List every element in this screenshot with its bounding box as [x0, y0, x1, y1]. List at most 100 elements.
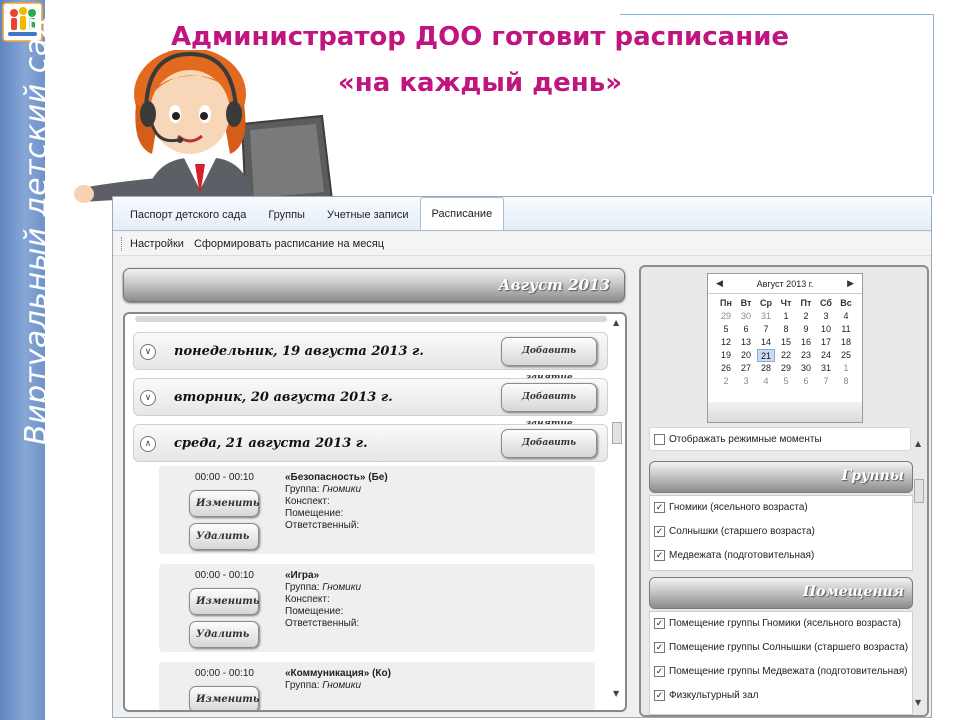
calendar-day[interactable]: 22	[777, 349, 795, 362]
calendar-day[interactable]: 18	[837, 336, 855, 349]
calendar-day[interactable]: 24	[817, 349, 835, 362]
calendar-day[interactable]: 1	[837, 362, 855, 375]
room-filter-item[interactable]: ✓ Физкультурный зал	[654, 690, 759, 701]
schedule-scrollbar[interactable]: ▲ ▼	[611, 318, 623, 698]
calendar-day[interactable]: 12	[717, 336, 735, 349]
group-filter-label: Медвежата (подготовительная)	[669, 550, 815, 561]
calendar-day[interactable]: 23	[797, 349, 815, 362]
room-checkbox[interactable]: ✓	[654, 666, 665, 677]
calendar-day[interactable]: 3	[817, 310, 835, 323]
edit-lesson-button[interactable]: Изменить	[189, 490, 259, 517]
calendar-day[interactable]: 4	[757, 375, 775, 388]
room-filter-label: Помещение группы Солнышки (старшего возр…	[669, 642, 909, 653]
group-filter-item[interactable]: ✓ Солнышки (старшего возраста)	[654, 526, 815, 537]
group-checkbox[interactable]: ✓	[654, 550, 665, 561]
calendar-day[interactable]: 30	[737, 310, 755, 323]
lesson-title: «Игра»	[285, 570, 320, 581]
calendar-day[interactable]: 17	[817, 336, 835, 349]
calendar-day[interactable]: 13	[737, 336, 755, 349]
calendar-day[interactable]: 27	[737, 362, 755, 375]
calendar-day[interactable]: 5	[777, 375, 795, 388]
show-regime-checkbox-row[interactable]: Отображать режимные моменты	[649, 427, 911, 451]
room-checkbox[interactable]: ✓	[654, 642, 665, 653]
calendar-day[interactable]: 31	[817, 362, 835, 375]
calendar-day[interactable]: 8	[777, 323, 795, 336]
group-filter-item[interactable]: ✓ Гномики (ясельного возраста)	[654, 502, 808, 513]
month-calendar: ◀ Август 2013 г. ▶ Пн Вт Ср Чт Пт Сб Вс 29 30 31 1…	[707, 273, 863, 423]
calendar-day[interactable]: 6	[797, 375, 815, 388]
prev-month-arrow-icon[interactable]: ◀	[716, 278, 723, 289]
add-lesson-button[interactable]: Добавить занятие	[501, 383, 597, 429]
calendar-day[interactable]: 5	[717, 323, 735, 336]
tab-accounts[interactable]: Учетные записи	[316, 200, 420, 230]
day-label: понедельник, 19 августа 2013 г.	[174, 344, 424, 359]
calendar-day[interactable]: 7	[757, 323, 775, 336]
day-row[interactable]: ∨ вторник, 20 августа 2013 г. Добавить з…	[133, 378, 608, 429]
frame-border-horizontal	[620, 14, 934, 15]
calendar-day[interactable]: 30	[797, 362, 815, 375]
room-checkbox[interactable]: ✓	[654, 618, 665, 629]
tab-groups[interactable]: Группы	[257, 200, 316, 230]
settings-button[interactable]: Настройки	[130, 238, 184, 250]
calendar-day[interactable]: 15	[777, 336, 795, 349]
add-lesson-button[interactable]: Добавить занятие	[501, 429, 597, 475]
group-filter-item[interactable]: ✓ Медвежата (подготовительная)	[654, 550, 814, 561]
calendar-weekday-label: Вс	[840, 298, 852, 308]
calendar-day[interactable]: 9	[797, 323, 815, 336]
calendar-day[interactable]: 25	[837, 349, 855, 362]
tab-schedule[interactable]: Расписание	[419, 197, 505, 230]
scroll-down-arrow-icon[interactable]: ▼	[613, 689, 619, 698]
day-label: среда, 21 августа 2013 г.	[174, 436, 368, 451]
day-row[interactable]: ∨ понедельник, 19 августа 2013 г. Добави…	[133, 332, 608, 383]
calendar-day[interactable]: 1	[777, 310, 795, 323]
room-checkbox[interactable]: ✓	[654, 690, 665, 701]
scroll-thumb[interactable]	[612, 422, 622, 444]
calendar-day[interactable]: 11	[837, 323, 855, 336]
calendar-day[interactable]: 26	[717, 362, 735, 375]
next-month-arrow-icon[interactable]: ▶	[847, 278, 854, 289]
delete-lesson-button[interactable]: Удалить	[189, 621, 259, 648]
room-filter-item[interactable]: ✓ Помещение группы Солнышки (старшего воз…	[654, 642, 908, 653]
show-regime-checkbox[interactable]	[654, 433, 665, 445]
calendar-day[interactable]: 7	[817, 375, 835, 388]
calendar-day[interactable]: 29	[777, 362, 795, 375]
groups-list: ✓ Гномики (ясельного возраста) ✓ Солнышки …	[649, 495, 913, 571]
calendar-day[interactable]: 10	[817, 323, 835, 336]
group-checkbox[interactable]: ✓	[654, 526, 665, 537]
expand-chevron-icon[interactable]: ∨	[140, 344, 156, 360]
calendar-day[interactable]: 2	[797, 310, 815, 323]
calendar-day[interactable]: 8	[837, 375, 855, 388]
calendar-day[interactable]: 19	[717, 349, 735, 362]
toolbar-grip[interactable]	[121, 236, 124, 251]
scroll-up-arrow-icon[interactable]: ▲	[613, 318, 619, 327]
day-row[interactable]: ∧ среда, 21 августа 2013 г. Добавить зан…	[133, 424, 608, 475]
edit-lesson-button[interactable]: Изменить	[189, 686, 259, 710]
calendar-day[interactable]: 29	[717, 310, 735, 323]
group-checkbox[interactable]: ✓	[654, 502, 665, 513]
calendar-day[interactable]: 4	[837, 310, 855, 323]
generate-month-schedule-button[interactable]: Сформировать расписание на месяц	[194, 238, 384, 250]
scroll-down-arrow-icon[interactable]: ▼	[915, 698, 921, 707]
calendar-day[interactable]: 14	[757, 336, 775, 349]
calendar-day[interactable]: 6	[737, 323, 755, 336]
calendar-day[interactable]: 28	[757, 362, 775, 375]
scroll-up-arrow-icon[interactable]: ▲	[915, 439, 921, 448]
month-header-label: Август 2013	[498, 276, 610, 294]
expand-chevron-icon[interactable]: ∨	[140, 390, 156, 406]
delete-lesson-button[interactable]: Удалить	[189, 523, 259, 550]
calendar-day[interactable]: 2	[717, 375, 735, 388]
scroll-thumb[interactable]	[914, 479, 924, 503]
calendar-day[interactable]: 31	[757, 310, 775, 323]
calendar-day[interactable]: 21	[757, 349, 775, 362]
collapse-chevron-icon[interactable]: ∧	[140, 436, 156, 452]
add-lesson-button[interactable]: Добавить занятие	[501, 337, 597, 383]
tab-passport[interactable]: Паспорт детского сада	[119, 200, 257, 230]
room-filter-item[interactable]: ✓ Помещение группы Медвежата (подготовите…	[654, 666, 908, 677]
filters-scrollbar[interactable]: ▲ ▼	[913, 439, 925, 707]
calendar-month-label[interactable]: Август 2013 г.	[757, 279, 814, 289]
calendar-day[interactable]: 3	[737, 375, 755, 388]
calendar-day[interactable]: 20	[737, 349, 755, 362]
calendar-day[interactable]: 16	[797, 336, 815, 349]
room-filter-item[interactable]: ✓ Помещение группы Гномики (ясельного воз…	[654, 618, 901, 629]
edit-lesson-button[interactable]: Изменить	[189, 588, 259, 615]
